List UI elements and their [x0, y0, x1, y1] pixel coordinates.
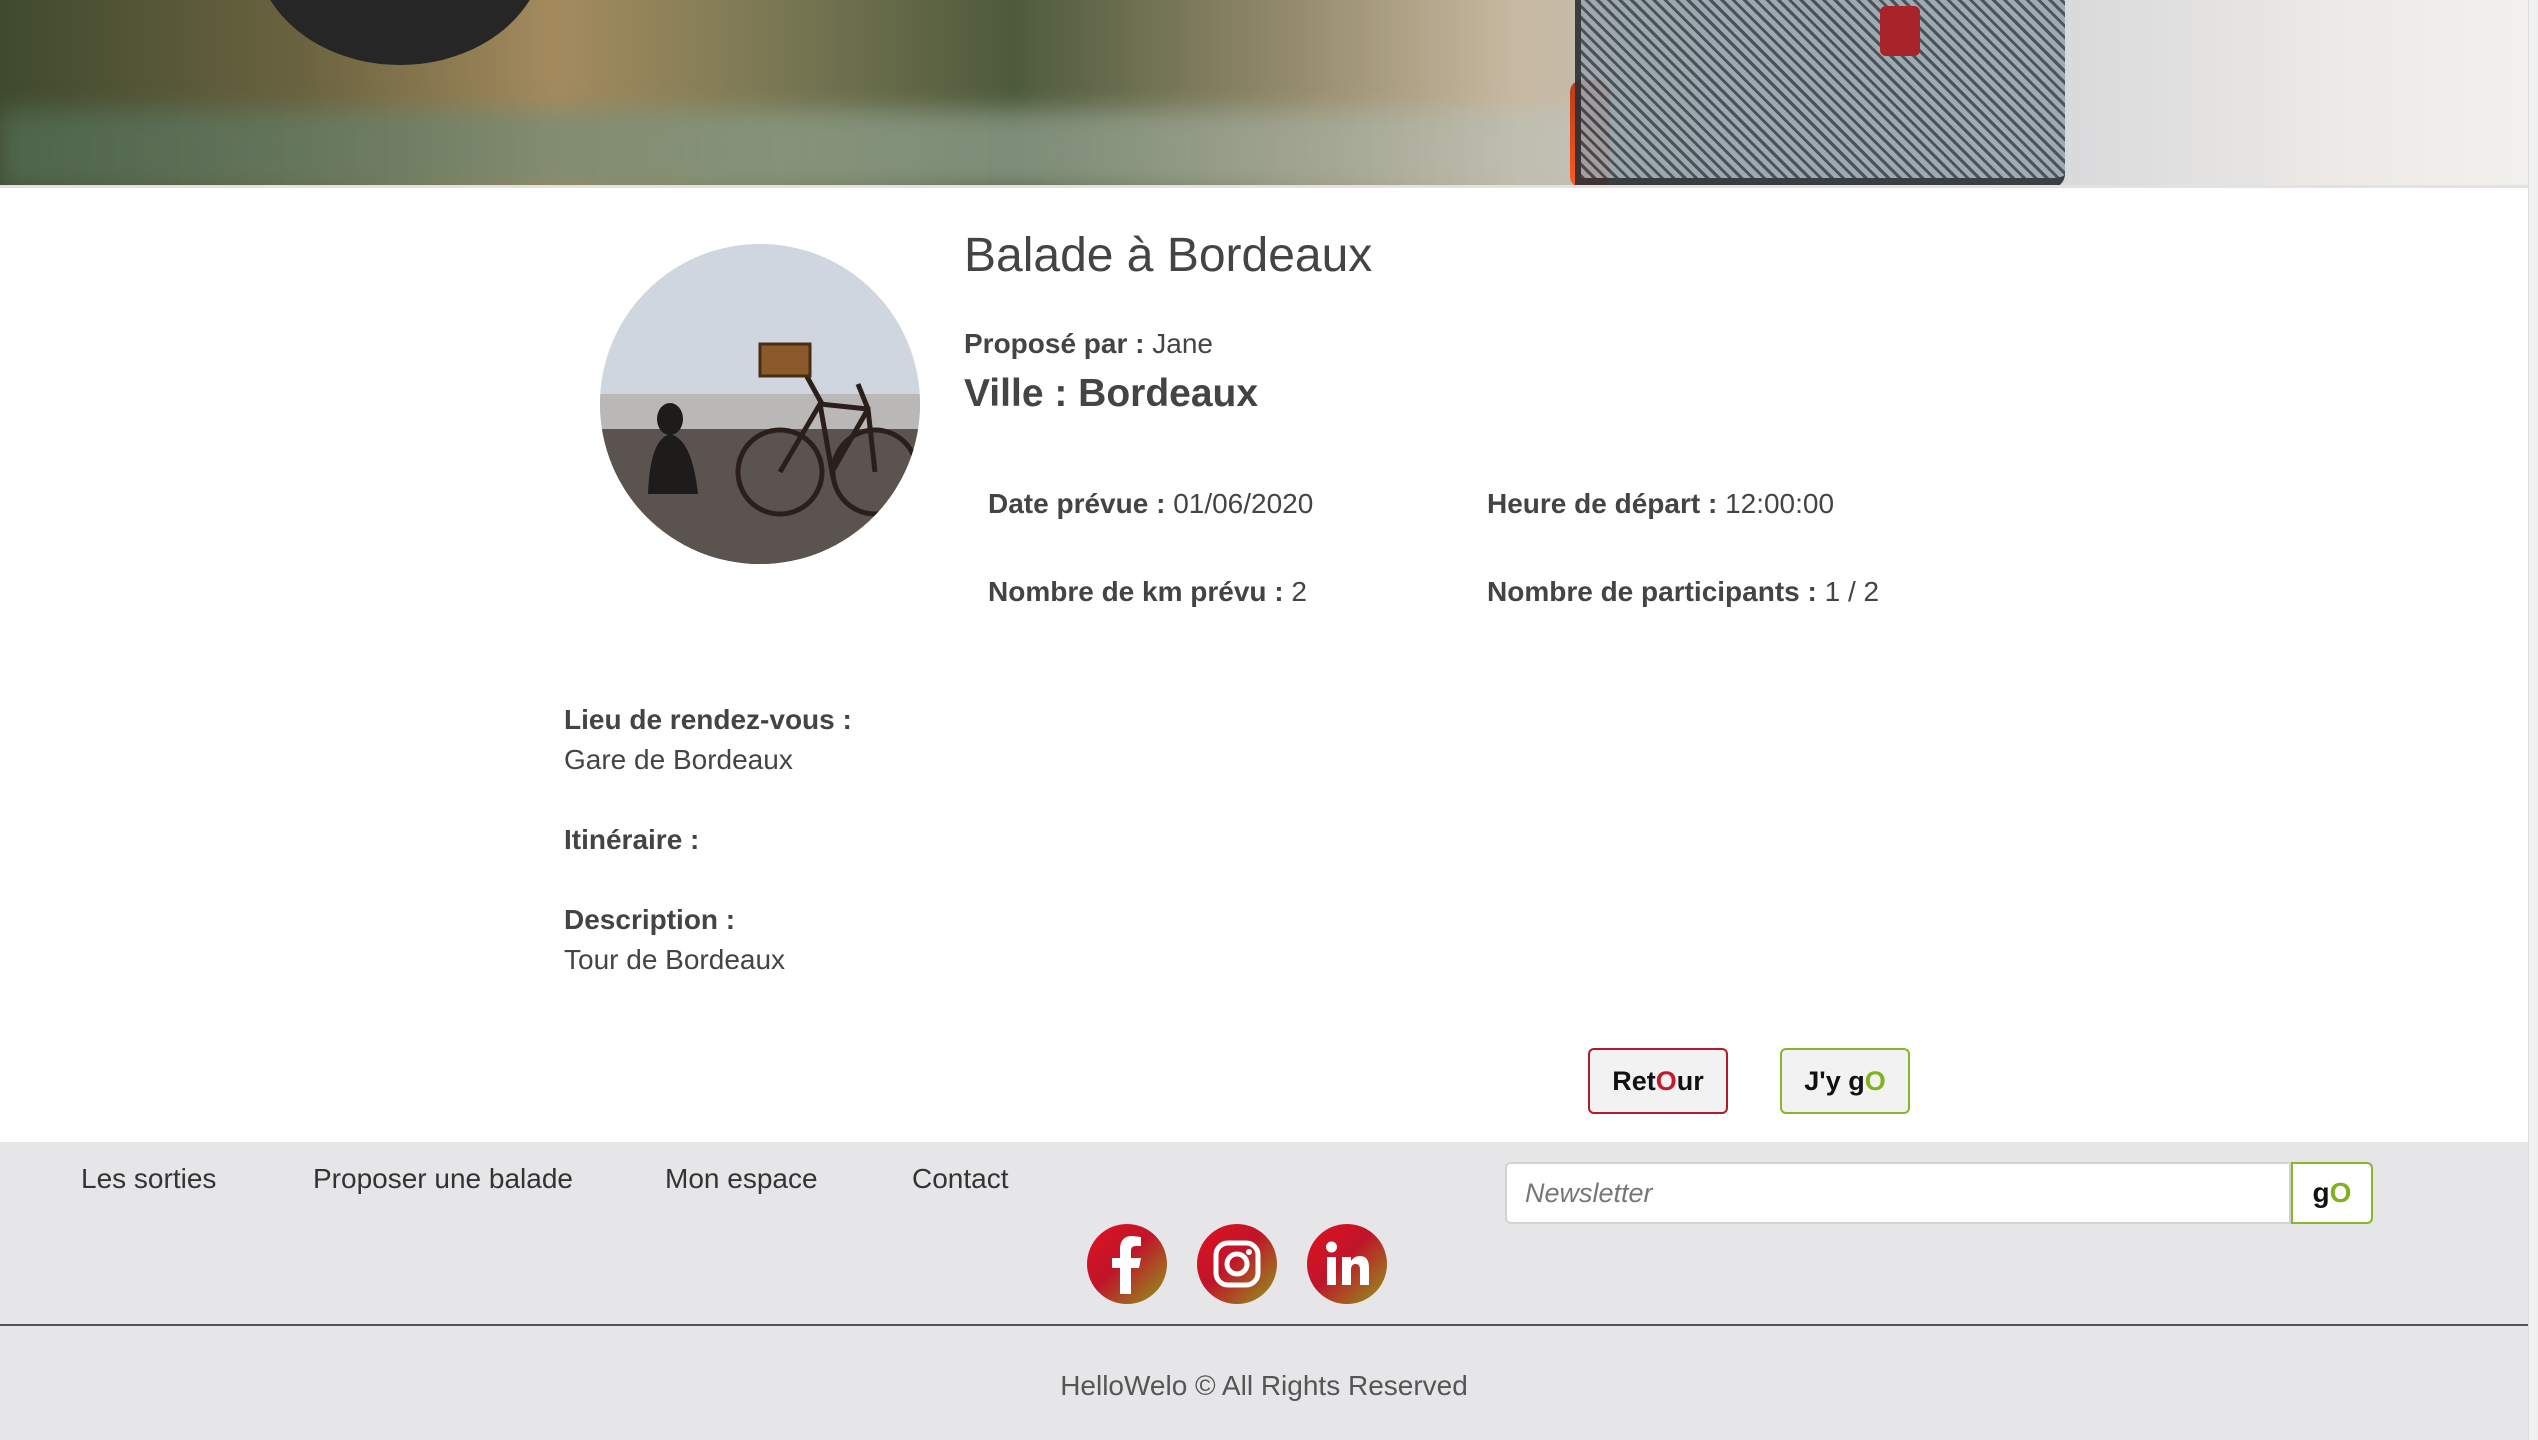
- proposed-by: Proposé par : Jane: [964, 328, 1213, 360]
- description-value: Tour de Bordeaux: [564, 944, 786, 975]
- linkedin-icon[interactable]: [1307, 1224, 1387, 1304]
- back-button-label-3: ur: [1676, 1065, 1704, 1096]
- meeting-place-label: Lieu de rendez-vous :: [564, 704, 852, 735]
- back-button[interactable]: Ret Our: [1588, 1048, 1728, 1114]
- site-logo[interactable]: [255, 0, 545, 65]
- scrollbar[interactable]: [2528, 0, 2538, 1440]
- go-label-1: g: [2312, 1177, 2330, 1208]
- proposed-by-label: Proposé par :: [964, 328, 1145, 359]
- participants: Nombre de participants : 1 / 2: [1487, 576, 1879, 608]
- footer-link-mon-espace[interactable]: Mon espace: [665, 1163, 818, 1195]
- walk-photo: [600, 244, 920, 564]
- footer-link-contact[interactable]: Contact: [912, 1163, 1009, 1195]
- instagram-icon[interactable]: [1197, 1224, 1277, 1304]
- footer-link-sorties[interactable]: Les sorties: [81, 1163, 216, 1195]
- back-button-label-1: Ret: [1612, 1065, 1656, 1096]
- go-label-2: O: [2329, 1177, 2352, 1208]
- facebook-icon[interactable]: [1087, 1224, 1167, 1304]
- proposed-by-value: Jane: [1152, 328, 1213, 359]
- departure-time: Heure de départ : 12:00:00: [1487, 488, 1834, 520]
- city: Ville : Bordeaux: [964, 372, 1258, 416]
- join-button-label-2: O: [1864, 1065, 1886, 1096]
- join-button[interactable]: J'y gO: [1780, 1048, 1910, 1114]
- planned-km-label: Nombre de km prévu :: [988, 576, 1284, 607]
- participants-value: 1 / 2: [1824, 576, 1880, 607]
- newsletter-input[interactable]: [1505, 1162, 2291, 1224]
- newsletter-go-button[interactable]: gO: [2291, 1162, 2373, 1224]
- description-label: Description :: [564, 904, 736, 935]
- footer-link-proposer[interactable]: Proposer une balade: [313, 1163, 573, 1195]
- participants-label: Nombre de participants :: [1487, 576, 1817, 607]
- page-title: Balade à Bordeaux: [964, 229, 1373, 282]
- departure-time-value: 12:00:00: [1725, 488, 1835, 519]
- bike-basket-image: [1575, 0, 2065, 185]
- itinerary-label: Itinéraire :: [564, 824, 700, 855]
- planned-date-label: Date prévue :: [988, 488, 1166, 519]
- planned-km-value: 2: [1291, 576, 1307, 607]
- planned-date: Date prévue : 01/06/2020: [988, 488, 1313, 520]
- planned-date-value: 01/06/2020: [1173, 488, 1314, 519]
- footer-divider: [0, 1324, 2528, 1326]
- city-label: Ville :: [964, 372, 1068, 415]
- departure-time-label: Heure de départ :: [1487, 488, 1718, 519]
- join-button-label-1: J'y g: [1804, 1065, 1865, 1096]
- meeting-place-value: Gare de Bordeaux: [564, 744, 793, 775]
- back-button-label-2: O: [1655, 1065, 1677, 1096]
- hero-banner: [0, 0, 2528, 188]
- planned-km: Nombre de km prévu : 2: [988, 576, 1307, 608]
- copyright: HelloWelo © All Rights Reserved: [1060, 1370, 1468, 1401]
- city-value: Bordeaux: [1078, 372, 1259, 415]
